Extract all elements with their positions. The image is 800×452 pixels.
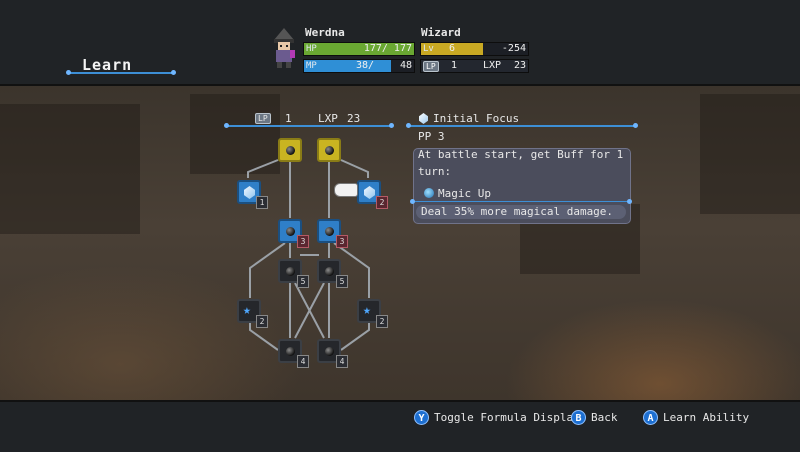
skill-node-right-dark[interactable]: 5 <box>317 259 348 288</box>
skill-node-right-bottom[interactable]: 4 <box>317 339 348 368</box>
node-cost: 3 <box>336 235 348 248</box>
orb-icon <box>325 146 334 155</box>
gem-icon <box>244 186 255 199</box>
skill-node-left-bottom[interactable]: 4 <box>278 339 309 368</box>
skill-node-initial-focus[interactable]: 2 <box>357 180 388 209</box>
footer-bar <box>0 400 800 452</box>
orb-icon <box>286 227 295 236</box>
orb-icon <box>286 347 295 356</box>
skill-node-top-right[interactable] <box>317 138 341 162</box>
skill-node-top-left[interactable] <box>278 138 302 162</box>
y-button-icon[interactable]: Y <box>414 410 429 425</box>
orb-icon <box>286 267 295 276</box>
orb-icon <box>325 267 334 276</box>
orb-icon <box>325 347 334 356</box>
skill-tree-connectors <box>247 159 370 351</box>
node-cost: 2 <box>256 315 268 328</box>
skill-node-left-gem[interactable]: 1 <box>237 180 268 209</box>
node-cost: 3 <box>297 235 309 248</box>
back-button[interactable]: Back <box>591 411 618 424</box>
node-cost: 2 <box>376 315 388 328</box>
toggle-formula-button[interactable]: Toggle Formula Display <box>434 411 580 424</box>
node-cost: 4 <box>336 355 348 368</box>
node-cost: 5 <box>336 275 348 288</box>
gem-icon <box>364 186 375 199</box>
orb-icon <box>325 227 334 236</box>
skill-node-left-mid[interactable]: 3 <box>278 219 309 248</box>
a-button-icon[interactable]: A <box>643 410 658 425</box>
node-cost: 5 <box>297 275 309 288</box>
skill-node-right-star[interactable]: ★ 2 <box>357 299 388 328</box>
skill-node-right-mid[interactable]: 3 <box>317 219 348 248</box>
orb-icon <box>286 146 295 155</box>
learn-ability-button[interactable]: Learn Ability <box>663 411 749 424</box>
skill-node-left-dark[interactable]: 5 <box>278 259 309 288</box>
node-cost: 2 <box>376 196 388 209</box>
node-cost: 1 <box>256 196 268 209</box>
skill-node-left-star[interactable]: ★ 2 <box>237 299 268 328</box>
star-icon: ★ <box>243 303 251 318</box>
pointer-hand-icon <box>334 183 358 197</box>
node-cost: 4 <box>297 355 309 368</box>
star-icon: ★ <box>363 303 371 318</box>
b-button-icon[interactable]: B <box>571 410 586 425</box>
